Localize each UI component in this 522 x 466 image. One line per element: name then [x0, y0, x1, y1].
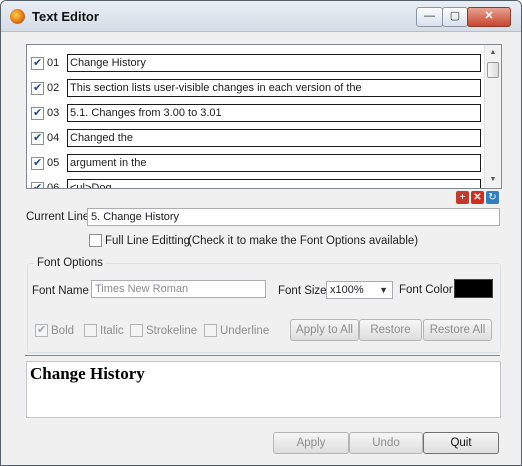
line-checkbox[interactable] [31, 131, 44, 145]
section-divider [25, 355, 500, 356]
line-text-field[interactable]: Change History [67, 54, 481, 72]
preview-pane: Change History [26, 361, 501, 418]
underline-checkbox[interactable] [204, 324, 217, 337]
font-color-label: Font Color [399, 284, 453, 296]
quit-button[interactable]: Quit [423, 432, 499, 454]
current-line-field[interactable]: 5. Change History [87, 208, 500, 226]
apply-to-all-button[interactable]: Apply to All [290, 319, 359, 341]
chevron-down-icon: ▼ [379, 285, 388, 295]
line-number: 04 [47, 132, 60, 144]
line-row: 06 <ul>Dog [27, 178, 487, 189]
full-line-editing-label: Full Line Editting [105, 235, 191, 247]
font-size-label: Font Size [278, 285, 327, 297]
apply-button[interactable]: Apply [273, 432, 349, 454]
maximize-button[interactable]: ▢ [442, 7, 468, 27]
title-bar[interactable]: Text Editor — ▢ ✕ [1, 1, 521, 32]
strikeline-checkbox[interactable] [130, 324, 143, 337]
font-size-select[interactable]: x100% ▼ [326, 281, 393, 299]
font-options-legend: Font Options [34, 257, 106, 269]
preview-text: Change History [30, 364, 145, 383]
line-row: 01 Change History [27, 53, 487, 75]
line-text-field[interactable]: Changed the [67, 129, 481, 147]
font-name-field[interactable]: Times New Roman [91, 280, 266, 298]
line-number: 01 [47, 57, 60, 69]
current-line-label: Current Line [26, 211, 90, 223]
full-line-editing-hint: (Check it to make the Font Options avail… [188, 235, 419, 247]
font-name-label: Font Name [32, 285, 89, 297]
line-number: 05 [47, 157, 60, 169]
delete-line-icon[interactable]: ✕ [471, 191, 484, 204]
strikeline-label: Strokeline [146, 325, 198, 337]
font-size-value: x100% [330, 284, 364, 296]
bold-checkbox[interactable] [35, 323, 48, 337]
scroll-thumb[interactable] [487, 62, 499, 78]
line-text-field[interactable]: <ul>Dog [67, 179, 481, 188]
underline-label: Underline [220, 325, 270, 337]
refresh-icon[interactable]: ↻ [486, 191, 499, 204]
full-line-editing-checkbox[interactable] [89, 234, 102, 247]
line-row: 04 Changed the [27, 128, 487, 150]
line-number: 06 [47, 182, 60, 189]
line-list: 01 Change History 02 This section lists … [26, 44, 502, 189]
line-text-field[interactable]: This section lists user-visible changes … [67, 79, 481, 97]
new-line-icon[interactable]: + [456, 191, 469, 204]
minimize-button[interactable]: — [416, 7, 443, 27]
line-row: 02 This section lists user-visible chang… [27, 78, 487, 100]
line-text-field[interactable]: 5.1. Changes from 3.00 to 3.01 [67, 104, 481, 122]
scroll-down-icon[interactable]: ▼ [485, 172, 501, 188]
restore-button[interactable]: Restore [359, 319, 422, 341]
line-number: 02 [47, 82, 60, 94]
line-checkbox[interactable] [31, 156, 44, 170]
scroll-up-icon[interactable]: ▲ [485, 45, 501, 61]
undo-button[interactable]: Undo [349, 432, 423, 454]
line-row: 05 argument in the [27, 153, 487, 175]
line-checkbox[interactable] [31, 181, 44, 188]
bold-label: Bold [51, 325, 75, 337]
line-row: 03 5.1. Changes from 3.00 to 3.01 [27, 103, 487, 125]
app-icon [10, 9, 25, 24]
line-checkbox[interactable] [31, 106, 44, 120]
line-checkbox[interactable] [31, 56, 44, 70]
italic-checkbox[interactable] [84, 324, 97, 337]
close-button[interactable]: ✕ [467, 7, 511, 27]
italic-label: Italic [100, 325, 124, 337]
font-color-swatch[interactable] [454, 279, 493, 298]
line-text-field[interactable]: argument in the [67, 154, 481, 172]
text-editor-window: Text Editor — ▢ ✕ 01 Change History 02 T… [0, 0, 522, 466]
window-title: Text Editor [32, 9, 99, 24]
vertical-scrollbar[interactable]: ▲ ▼ [484, 45, 501, 188]
restore-all-button[interactable]: Restore All [423, 319, 492, 341]
line-number: 03 [47, 107, 60, 119]
line-checkbox[interactable] [31, 81, 44, 95]
